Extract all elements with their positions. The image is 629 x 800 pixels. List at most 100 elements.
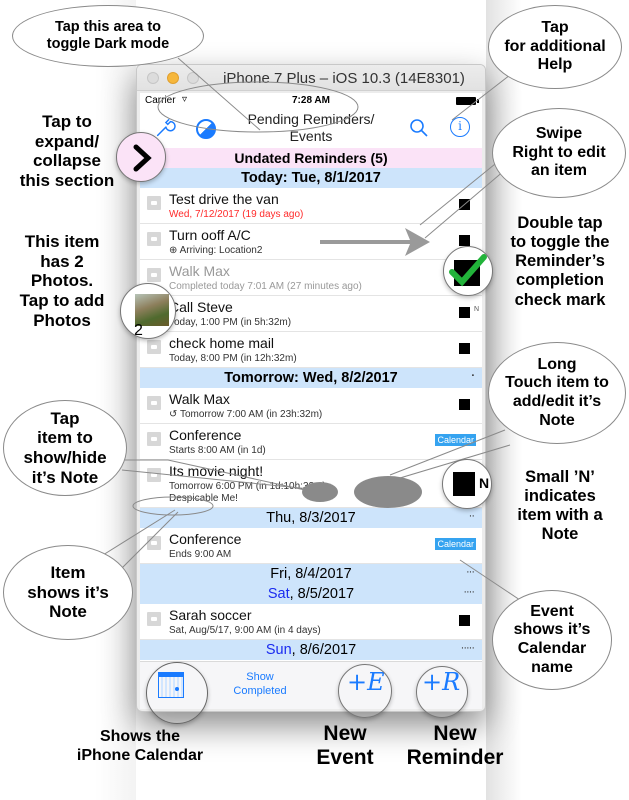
label-text: expand/ xyxy=(34,131,100,151)
callout-text: shows it’s xyxy=(27,582,109,602)
label-text: has 2 xyxy=(40,251,84,271)
callout-swipe: Swipe Right to edit an item xyxy=(492,108,626,198)
camera-icon[interactable] xyxy=(147,432,161,446)
list-item[interactable]: Turn ooff A/C ⊕ Arriving: Location2 xyxy=(140,224,482,260)
list-item[interactable]: Test drive the van Wed, 7/12/2017 (19 da… xyxy=(140,188,482,224)
page-title-line1: Pending Reminders/ xyxy=(247,111,375,127)
item-subtitle: Today, 8:00 PM (in 12h:32m) xyxy=(169,353,297,364)
status-bar: Carrier ▿ 7:28 AM xyxy=(140,93,482,109)
section-header-label: Today: Tue, 8/1/2017 xyxy=(241,170,381,186)
callout-text: an item xyxy=(530,162,587,180)
label-photos: This item has 2 Photos. Tap to add Photos xyxy=(4,232,120,331)
section-sun[interactable]: Sun, 8/6/2017 ····· xyxy=(140,640,482,660)
completion-checkbox[interactable] xyxy=(459,399,470,410)
camera-icon[interactable] xyxy=(147,468,161,482)
checkbox-enlarged xyxy=(453,472,475,496)
completion-checkbox[interactable] xyxy=(459,343,470,354)
list-item[interactable]: Walk Max Completed today 7:01 AM (27 min… xyxy=(140,260,482,296)
list-item[interactable]: Call Steve Today, 1:00 PM (in 5h:32m) N xyxy=(140,296,482,332)
simulator-window: iPhone 7 Plus – iOS 10.3 (14E8301) Carri… xyxy=(136,64,486,712)
reminder-list: Undated Reminders (5) Today: Tue, 8/1/20… xyxy=(140,148,482,660)
item-title: Its movie night! xyxy=(169,463,264,479)
completion-checkbox[interactable] xyxy=(459,307,470,318)
nav-bar: Pending Reminders/ Events i xyxy=(140,109,482,147)
new-event-magnifier[interactable] xyxy=(338,664,392,718)
item-subtitle: Ends 9:00 AM xyxy=(169,549,232,560)
info-icon[interactable]: i xyxy=(450,117,470,137)
camera-icon[interactable] xyxy=(147,196,161,210)
section-sat[interactable]: Sat, 8/5/2017 ···· xyxy=(140,584,482,604)
callout-text: toggle Dark mode xyxy=(46,36,170,52)
iphone-screen: Carrier ▿ 7:28 AM Pending Reminders/ Eve… xyxy=(140,93,482,709)
calendar-magnifier[interactable] xyxy=(146,662,208,724)
completion-checkbox[interactable] xyxy=(459,615,470,626)
label-text: item with a xyxy=(517,506,603,525)
callout-text: for additional xyxy=(504,37,606,55)
section-fri[interactable]: Fri, 8/4/2017 ··· xyxy=(140,564,482,584)
label-text: This item xyxy=(24,232,100,251)
page-title[interactable]: Pending Reminders/ Events xyxy=(236,111,386,145)
zoom-window-button[interactable] xyxy=(187,72,199,84)
item-title: Call Steve xyxy=(169,299,233,315)
section-thu[interactable]: Thu, 8/3/2017 ·· xyxy=(140,508,482,528)
label-text: collapse xyxy=(32,151,102,171)
camera-icon[interactable] xyxy=(147,536,161,550)
callout-text: item to xyxy=(37,428,93,448)
callout-text: Tap xyxy=(50,408,80,428)
callout-text: Help xyxy=(537,56,573,74)
item-subtitle: Wed, 7/12/2017 (19 days ago) xyxy=(169,209,304,220)
list-item[interactable]: Its movie night! Tomorrow 6:00 PM (in 1d… xyxy=(140,460,482,508)
minimize-window-button[interactable] xyxy=(167,72,179,84)
callout-text: Right to edit xyxy=(512,143,606,161)
wrench-icon[interactable] xyxy=(154,117,176,139)
section-dots: ····· xyxy=(460,642,475,654)
item-subtitle: ⊕ Arriving: Location2 xyxy=(169,245,263,256)
label-text: completion xyxy=(515,271,604,290)
search-icon[interactable] xyxy=(408,117,430,139)
photo-count: 2 xyxy=(134,322,143,339)
list-item[interactable]: Sarah soccer Sat, Aug/5/17, 9:00 AM (in … xyxy=(140,604,482,640)
status-time: 7:28 AM xyxy=(292,95,330,106)
show-completed-button[interactable]: Show Completed xyxy=(220,670,300,698)
item-title: Conference xyxy=(169,531,242,547)
camera-icon[interactable] xyxy=(147,396,161,410)
section-today[interactable]: Today: Tue, 8/1/2017 xyxy=(140,168,482,188)
camera-icon[interactable] xyxy=(147,268,161,282)
camera-icon[interactable] xyxy=(147,340,161,354)
section-weekday: Sun xyxy=(265,642,292,658)
section-date: , 8/6/2017 xyxy=(291,642,357,658)
list-item[interactable]: Conference Starts 8:00 AM (in 1d) Calend… xyxy=(140,424,482,460)
section-tomorrow[interactable]: Tomorrow: Wed, 8/2/2017 · xyxy=(140,368,482,388)
item-note: Despicable Me! xyxy=(169,493,238,504)
callout-text: show/hide xyxy=(23,448,107,467)
section-dots: ···· xyxy=(463,586,475,598)
item-title: Conference xyxy=(169,427,242,443)
checkmark-magnifier[interactable] xyxy=(443,246,493,296)
callout-long-touch: Long Touch item to add/edit it’s Note xyxy=(488,342,626,444)
callout-text: add/edit it’s xyxy=(512,393,602,410)
label-small-n: Small ’N’ indicates item with a Note xyxy=(496,468,624,545)
section-undated-reminders[interactable]: Undated Reminders (5) xyxy=(140,148,482,168)
item-subtitle: Today, 1:00 PM (in 5h:32m) xyxy=(169,317,292,328)
section-header-label: Thu, 8/3/2017 xyxy=(266,510,356,526)
camera-icon[interactable] xyxy=(147,232,161,246)
callout-text: Touch item to xyxy=(505,374,609,392)
contrast-icon[interactable] xyxy=(196,119,216,139)
list-item[interactable]: Conference Ends 9:00 AM Calendar xyxy=(140,528,482,564)
completion-checkbox[interactable] xyxy=(459,235,470,246)
section-weekday: Sat xyxy=(267,586,290,602)
new-reminder-magnifier[interactable] xyxy=(416,666,468,718)
label-text: Small ’N’ xyxy=(525,468,595,486)
note-flag-magnifier: N xyxy=(442,459,492,509)
callout-text: name xyxy=(531,658,573,676)
photo-magnifier[interactable]: 2 xyxy=(120,283,176,339)
close-window-button[interactable] xyxy=(147,72,159,84)
item-title: Test drive the van xyxy=(169,191,279,207)
list-item[interactable]: Walk Max ↺ Tomorrow 7:00 AM (in 23h:32m) xyxy=(140,388,482,424)
label-calendar: Shows the iPhone Calendar xyxy=(60,728,220,765)
completion-checkbox[interactable] xyxy=(459,199,470,210)
camera-icon[interactable] xyxy=(147,612,161,626)
callout-text: Event xyxy=(530,602,574,620)
list-item[interactable]: check home mail Today, 8:00 PM (in 12h:3… xyxy=(140,332,482,368)
item-subtitle: Tomorrow 6:00 PM (in 1d:10h:32m) xyxy=(169,481,326,492)
